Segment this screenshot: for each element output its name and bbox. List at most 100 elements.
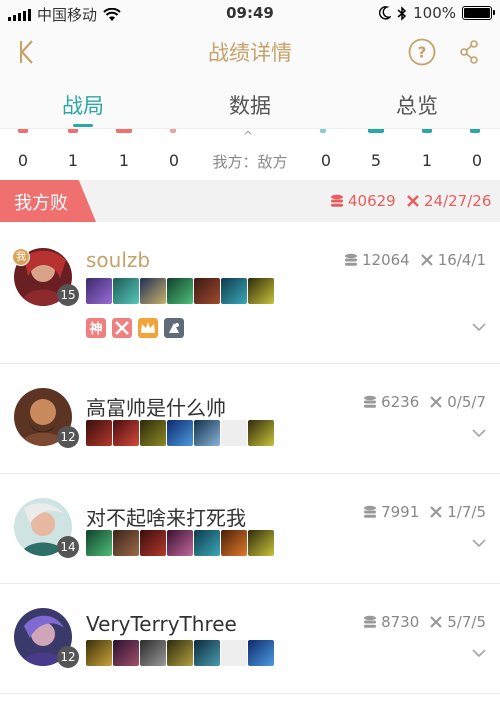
expand-chevron-icon[interactable] <box>472 648 486 658</box>
team-gold-value: 40629 <box>348 192 396 210</box>
player-gold: 12064 <box>362 251 410 269</box>
swords-icon <box>430 506 443 518</box>
expand-chevron-icon[interactable] <box>472 538 486 548</box>
item-icon[interactable] <box>140 640 166 666</box>
item-icon[interactable] <box>113 530 139 556</box>
player-stats: 6236 0/5/7 <box>363 393 486 411</box>
item-icon[interactable] <box>194 278 220 304</box>
stat-icon <box>470 129 480 133</box>
item-icon[interactable] <box>86 530 112 556</box>
enemy-stat: 5 <box>370 151 382 170</box>
tab-bar: 战局 数据 总览 <box>0 76 500 128</box>
help-icon[interactable]: ? <box>408 38 436 66</box>
item-icon[interactable] <box>113 278 139 304</box>
coins-icon <box>364 505 377 518</box>
tower-badge-icon[interactable] <box>164 318 184 338</box>
enemy-stat: 0 <box>471 151 483 170</box>
item-icon[interactable] <box>167 530 193 556</box>
coins-icon <box>331 194 343 207</box>
expand-chevron-icon[interactable] <box>472 428 486 438</box>
player-gold: 7991 <box>381 503 420 521</box>
our-stat: 0 <box>17 151 29 170</box>
coins-icon <box>364 615 377 628</box>
item-slots <box>86 420 274 446</box>
team-summary[interactable]: ^ 0 1 1 0 我方：敌方 0 5 1 0 <box>0 128 500 180</box>
player-row[interactable]: 14 对不起啥来打死我 7991 1/7/5 <box>0 474 500 584</box>
player-row[interactable]: 12 VeryTerryThree 8730 5/7/5 <box>0 584 500 694</box>
item-icon[interactable] <box>140 278 166 304</box>
item-icon[interactable] <box>86 278 112 304</box>
item-icon[interactable] <box>140 530 166 556</box>
item-slots <box>86 640 274 666</box>
item-icon[interactable] <box>86 420 112 446</box>
empty-item-slot <box>221 640 247 666</box>
stat-icon <box>368 129 384 133</box>
nav-bar: 战绩详情 ? <box>0 26 500 76</box>
tab-battle[interactable]: 战局 <box>0 90 166 127</box>
result-flag: 我方败 <box>0 180 96 222</box>
coins-icon <box>364 395 377 408</box>
player-row[interactable]: 12 高富帅是什么帅 6236 0/5/7 <box>0 364 500 474</box>
hero-level: 12 <box>57 426 79 448</box>
empty-item-slot <box>221 420 247 446</box>
svg-text:?: ? <box>418 44 427 62</box>
item-icon[interactable] <box>221 530 247 556</box>
player-gold: 8730 <box>381 613 420 631</box>
item-icon[interactable] <box>248 530 274 556</box>
moon-icon <box>379 6 392 20</box>
stat-icon <box>320 129 326 133</box>
item-icon[interactable] <box>194 640 220 666</box>
item-slots <box>86 278 274 304</box>
tab-data[interactable]: 数据 <box>167 90 333 120</box>
item-icon[interactable] <box>86 640 112 666</box>
player-row[interactable]: 我 15 soulzb 12064 16/4/1 神 <box>0 222 500 364</box>
item-icon[interactable] <box>194 530 220 556</box>
item-icon[interactable] <box>167 640 193 666</box>
item-icon[interactable] <box>248 420 274 446</box>
item-icon[interactable] <box>167 278 193 304</box>
coins-icon <box>345 253 357 266</box>
crown-badge-icon[interactable] <box>138 318 158 338</box>
item-icon[interactable] <box>113 640 139 666</box>
killer-badge-icon[interactable] <box>112 318 132 338</box>
team-result-bar: 我方败 40629 24/27/26 <box>0 180 500 222</box>
hero-level: 14 <box>57 536 79 558</box>
team-kda-value: 24/27/26 <box>424 192 492 210</box>
tab-label: 总览 <box>396 94 438 118</box>
battery-percent: 100% <box>413 4 456 22</box>
player-name: soulzb <box>86 248 151 272</box>
stat-icon <box>170 129 176 133</box>
bluetooth-icon <box>397 5 407 21</box>
share-icon[interactable] <box>458 40 480 64</box>
player-stats: 7991 1/7/5 <box>363 503 486 521</box>
player-name: 高富帅是什么帅 <box>86 396 226 420</box>
tab-overview[interactable]: 总览 <box>334 90 500 120</box>
player-name: VeryTerryThree <box>86 612 237 636</box>
item-icon[interactable] <box>140 420 166 446</box>
item-icon[interactable] <box>248 640 274 666</box>
swords-icon <box>420 254 433 266</box>
item-icon[interactable] <box>221 278 247 304</box>
our-stat: 0 <box>168 151 180 170</box>
godlike-badge-icon[interactable]: 神 <box>86 318 106 338</box>
player-stats: 8730 5/7/5 <box>363 613 486 631</box>
swords-icon <box>430 616 443 628</box>
stat-icon <box>68 129 78 133</box>
collapse-caret-icon[interactable]: ^ <box>243 129 253 143</box>
stat-icon <box>116 129 132 133</box>
battery-icon <box>462 6 495 20</box>
item-icon[interactable] <box>167 420 193 446</box>
item-icon[interactable] <box>248 278 274 304</box>
tab-label: 战局 <box>62 94 104 118</box>
tab-indicator <box>73 124 93 127</box>
item-icon[interactable] <box>113 420 139 446</box>
svg-text:神: 神 <box>89 321 102 337</box>
player-kda: 5/7/5 <box>447 613 486 631</box>
item-icon[interactable] <box>194 420 220 446</box>
swords-icon <box>407 195 419 207</box>
team-gold: 40629 <box>330 192 396 210</box>
player-stats: 12064 16/4/1 <box>344 251 486 269</box>
hero-level: 12 <box>57 646 79 668</box>
enemy-stat: 0 <box>320 151 332 170</box>
expand-chevron-icon[interactable] <box>472 322 486 332</box>
